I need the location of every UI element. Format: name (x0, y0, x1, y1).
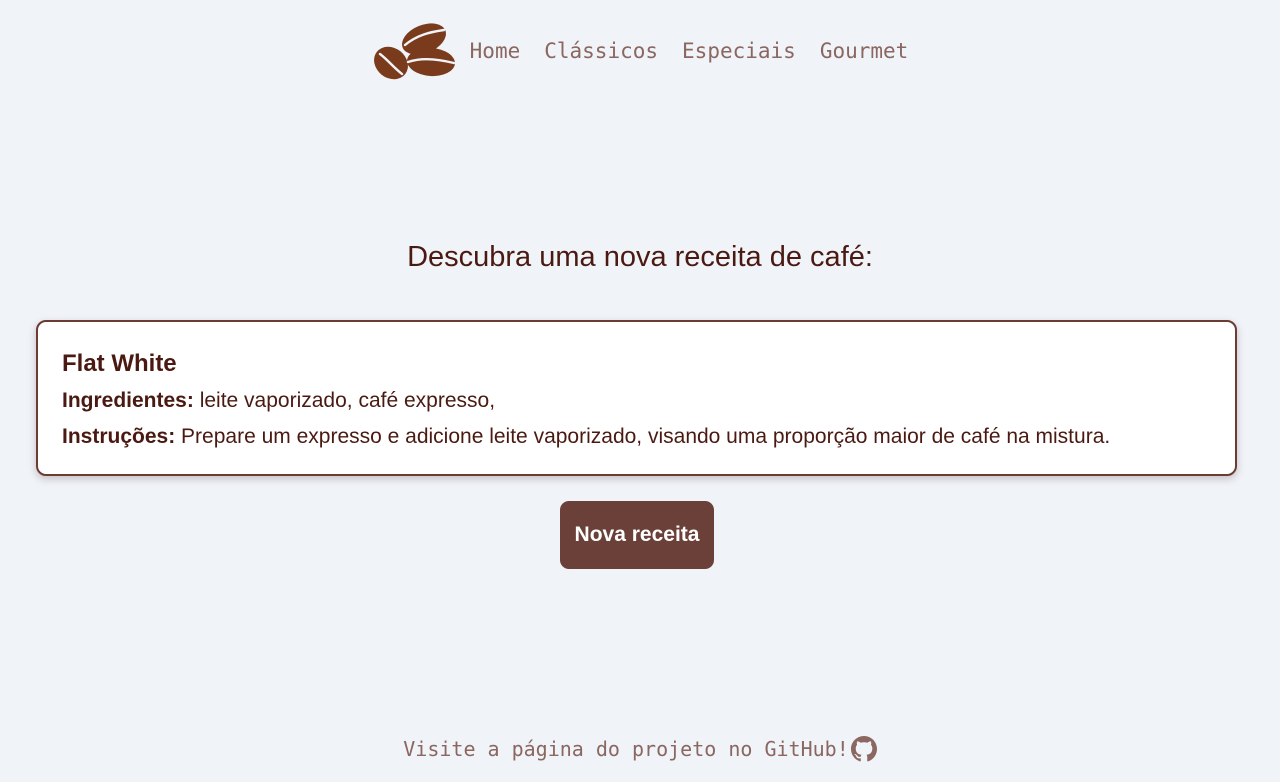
top-nav: Home Clássicos Especiais Gourmet (0, 18, 1280, 84)
nav-link-home[interactable]: Home (470, 39, 521, 63)
recipe-title: Flat White (62, 350, 177, 377)
ingredients-text: leite vaporizado, café expresso, (193, 389, 496, 412)
nav-link-gourmet[interactable]: Gourmet (820, 39, 909, 63)
nav-link-especiais[interactable]: Especiais (682, 39, 796, 63)
nav-links: Home Clássicos Especiais Gourmet (470, 39, 909, 63)
recipe-instructions: Instruções: Prepare um expresso e adicio… (62, 422, 1211, 452)
recipe-card: Flat White Ingredientes: leite vaporizad… (36, 320, 1237, 476)
github-icon (850, 736, 877, 762)
coffee-beans-icon[interactable] (372, 18, 458, 84)
page-headline: Descubra uma nova receita de café: (407, 241, 873, 273)
footer-text: Visite a página do projeto no GitHub! (403, 737, 849, 761)
nav-link-classicos[interactable]: Clássicos (544, 39, 658, 63)
new-recipe-button[interactable]: Nova receita (560, 501, 714, 569)
instructions-label: Instruções: (62, 425, 176, 448)
ingredients-label: Ingredientes: (62, 389, 194, 412)
footer: Visite a página do projeto no GitHub! (0, 736, 1280, 762)
instructions-text: Prepare um expresso e adicione leite vap… (175, 425, 1111, 448)
recipe-ingredients: Ingredientes: leite vaporizado, café exp… (62, 386, 1211, 416)
github-project-link[interactable]: Visite a página do projeto no GitHub! (403, 736, 877, 762)
